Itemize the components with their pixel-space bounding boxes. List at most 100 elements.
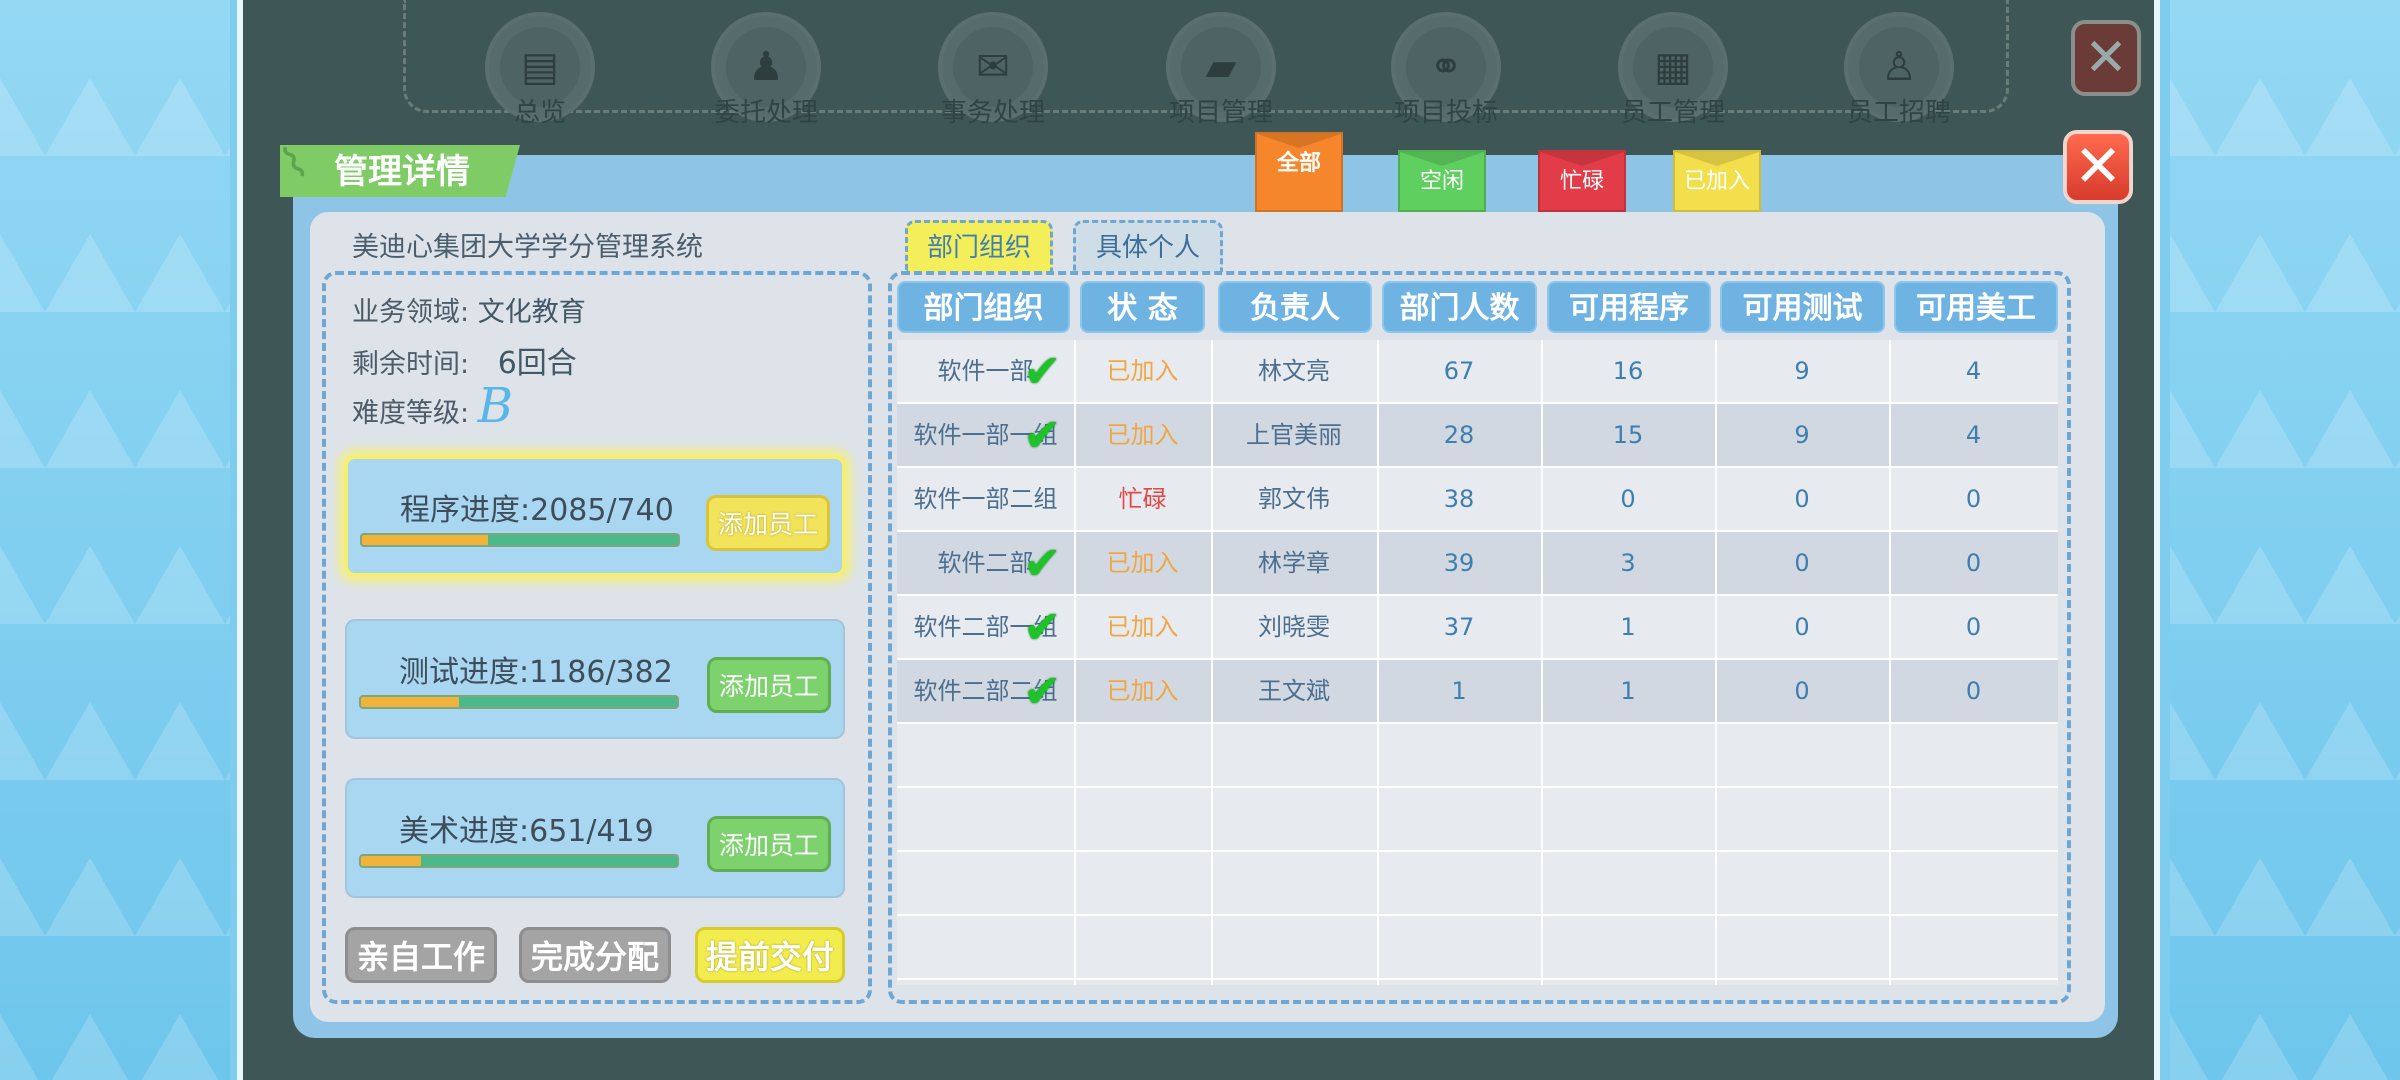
tab-department[interactable]: 部门组织	[905, 220, 1053, 272]
cell-art: 0	[1965, 677, 1982, 705]
cell-status: 已加入	[1106, 357, 1179, 385]
column-divider	[1211, 340, 1213, 985]
cell-prog: 3	[1620, 549, 1636, 577]
cell-art: 0	[1965, 613, 1982, 641]
deliver-early-button[interactable]: 提前交付	[695, 927, 845, 983]
cell-prog: 1	[1620, 677, 1636, 705]
cell-leader: 林文亮	[1258, 357, 1330, 385]
business-field-value: 文化教育	[477, 297, 586, 328]
column-divider	[1889, 340, 1891, 985]
cell-count: 38	[1443, 485, 1475, 513]
cell-status: 已加入	[1106, 549, 1179, 577]
test-progress-bar	[359, 695, 679, 709]
background-right	[2170, 0, 2400, 1080]
cell-dept: 软件一部二组	[913, 485, 1058, 513]
table-row[interactable]: 软件二部二组 已加入 王文斌 1 1 0 0 ✔	[897, 660, 2058, 724]
table-row-empty	[897, 788, 2058, 852]
filter-all[interactable]: 全部	[1255, 132, 1343, 212]
cell-count: 28	[1443, 421, 1475, 449]
cell-art: 4	[1965, 421, 1982, 449]
nav-label: 员工管理	[1620, 98, 1725, 128]
cell-leader: 上官美丽	[1246, 421, 1342, 449]
cell-prog: 1	[1620, 613, 1636, 641]
background-close-icon: ✕	[2071, 20, 2141, 96]
panel-title: 管理详情	[280, 145, 520, 197]
finish-assign-button[interactable]: 完成分配	[519, 927, 671, 983]
nav-overview[interactable]: ▤ 总览	[480, 12, 600, 152]
nav-affairs[interactable]: ✉ 事务处理	[933, 12, 1053, 152]
add-art-staff-button[interactable]: 添加员工	[707, 816, 831, 872]
nav-label: 事务处理	[940, 98, 1045, 128]
cell-test: 0	[1794, 677, 1810, 705]
nav-bidding[interactable]: ⚭ 项目投标	[1386, 12, 1506, 152]
cell-leader: 刘晓雯	[1258, 613, 1330, 641]
project-name: 美迪心集团大学学分管理系统	[352, 232, 703, 263]
cell-count: 37	[1443, 613, 1475, 641]
cell-status: 已加入	[1106, 613, 1179, 641]
close-button[interactable]: ✕	[2063, 130, 2133, 204]
nav-staff-management[interactable]: ▦ 员工管理	[1613, 12, 1733, 152]
cell-test: 9	[1794, 421, 1810, 449]
cell-status: 忙碌	[1118, 485, 1167, 513]
checkmark-icon: ✔	[1023, 344, 1062, 398]
test-progress-card: 测试进度:1186/382 添加员工	[345, 619, 845, 739]
table-row[interactable]: 软件二部一组 已加入 刘晓雯 37 1 0 0 ✔	[897, 596, 2058, 660]
nav-label: 项目管理	[1168, 98, 1273, 128]
table-row[interactable]: 软件一部二组 忙碌 郭文伟 38 0 0 0	[897, 468, 2058, 532]
table-row[interactable]: 软件二部 已加入 林学章 39 3 0 0 ✔	[897, 532, 2058, 596]
cell-test: 0	[1794, 613, 1810, 641]
cell-status: 已加入	[1106, 421, 1179, 449]
checkmark-icon: ✔	[1023, 536, 1062, 590]
table-row-empty	[897, 852, 2058, 916]
difficulty-grade: B	[477, 378, 513, 434]
cell-prog: 15	[1612, 421, 1644, 449]
cell-status: 已加入	[1106, 677, 1179, 705]
nav-project-management[interactable]: ▰ 项目管理	[1161, 12, 1281, 152]
test-progress-fill	[361, 697, 459, 707]
header-status: 状 态	[1080, 281, 1205, 333]
checkmark-icon: ✔	[1023, 600, 1062, 654]
difficulty-label: 难度等级:	[352, 398, 470, 429]
art-progress-card: 美术进度:651/419 添加员工	[345, 778, 845, 898]
work-self-button[interactable]: 亲自工作	[345, 927, 497, 983]
cell-art: 0	[1965, 549, 1982, 577]
nav-commission[interactable]: ♟ 委托处理	[706, 12, 826, 152]
remaining-time: 剩余时间: 6回合	[352, 338, 577, 382]
nav-recruit[interactable]: ♙ 员工招聘	[1839, 12, 1959, 152]
cell-prog: 16	[1612, 357, 1644, 385]
top-nav: ▤ 总览 ♟ 委托处理 ✉ 事务处理 ▰ 项目管理 ⚭ 项目投标 ▦ 员工管理 …	[403, 0, 2009, 128]
checkmark-icon: ✔	[1023, 408, 1062, 462]
column-divider	[1715, 340, 1717, 985]
cell-prog: 0	[1620, 485, 1636, 513]
header-department: 部门组织	[897, 281, 1070, 333]
table-row[interactable]: 软件一部一组 已加入 上官美丽 28 15 9 4 ✔	[897, 404, 2058, 468]
filter-joined[interactable]: 已加入	[1673, 150, 1761, 212]
tab-individual[interactable]: 具体个人	[1073, 220, 1223, 272]
cell-leader: 林学章	[1258, 549, 1330, 577]
header-headcount: 部门人数	[1382, 281, 1537, 333]
filter-idle[interactable]: 空闲	[1398, 150, 1486, 212]
cell-art: 4	[1965, 357, 1982, 385]
header-available-artists: 可用美工	[1894, 281, 2058, 333]
cell-count: 67	[1443, 357, 1475, 385]
cell-count: 1	[1451, 677, 1467, 705]
add-test-staff-button[interactable]: 添加员工	[707, 657, 831, 713]
cell-art: 0	[1965, 485, 1982, 513]
table-row[interactable]: 软件一部 已加入 林文亮 67 16 9 4 ✔	[897, 340, 2058, 404]
table-row-empty	[897, 916, 2058, 980]
program-progress-bar	[360, 533, 680, 547]
program-progress-label: 程序进度:2085/740	[400, 493, 674, 528]
cell-test: 0	[1794, 485, 1810, 513]
header-leader: 负责人	[1218, 281, 1372, 333]
program-progress-card: 程序进度:2085/740 添加员工	[345, 456, 845, 576]
background-left	[0, 0, 230, 1080]
art-progress-label: 美术进度:651/419	[399, 814, 654, 849]
filter-busy[interactable]: 忙碌	[1538, 150, 1626, 212]
column-divider	[1074, 340, 1076, 985]
nav-label: 项目投标	[1393, 98, 1498, 128]
column-divider	[1541, 340, 1543, 985]
add-program-staff-button[interactable]: 添加员工	[706, 495, 830, 551]
business-field: 业务领域: 文化教育	[352, 290, 586, 329]
column-divider	[1377, 340, 1379, 985]
header-available-programmers: 可用程序	[1547, 281, 1711, 333]
